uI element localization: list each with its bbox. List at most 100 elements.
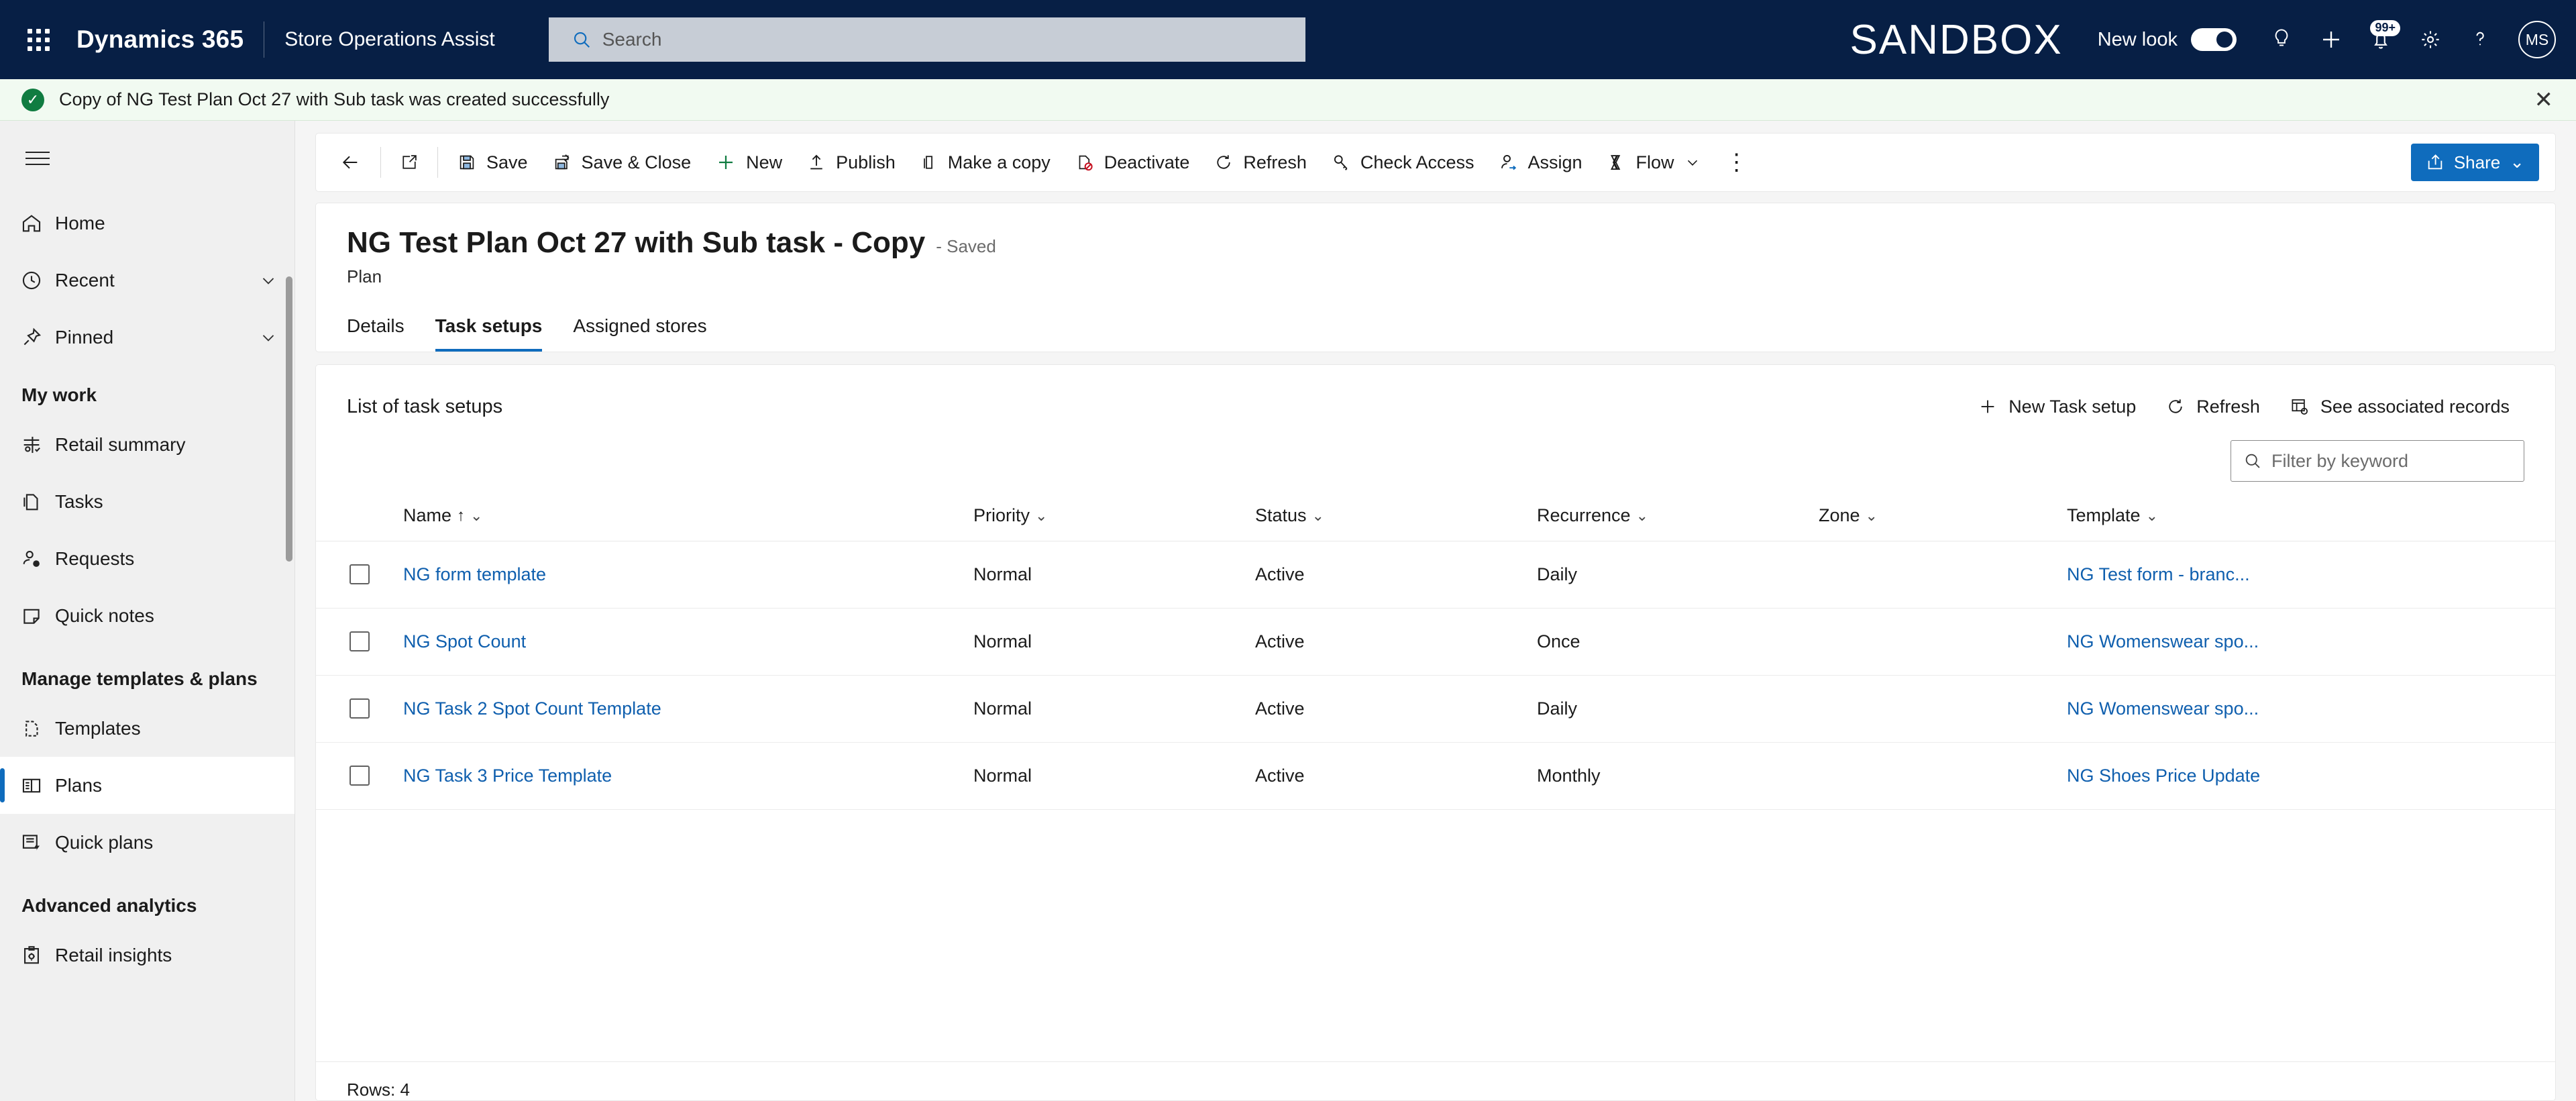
record-link[interactable]: NG Spot Count: [403, 631, 526, 651]
sidebar-item-retail-summary[interactable]: Retail summary: [0, 416, 294, 473]
subgrid-header: List of task setups New Task setup Refre…: [316, 365, 2555, 440]
sidebar-item-quick-plans[interactable]: Quick plans: [0, 814, 294, 871]
publish-button[interactable]: Publish: [794, 142, 908, 183]
cell-template[interactable]: NG Womenswear spo...: [2067, 675, 2555, 743]
hamburger-icon[interactable]: [12, 133, 63, 184]
sidebar-item-tasks[interactable]: Tasks: [0, 473, 294, 530]
cell-name[interactable]: NG Task 2 Spot Count Template: [403, 675, 973, 743]
search-input[interactable]: [602, 29, 1305, 50]
avatar[interactable]: MS: [2518, 21, 2556, 58]
back-button[interactable]: [328, 142, 374, 183]
sidebar-item-home[interactable]: Home: [0, 195, 294, 252]
overflow-menu-button[interactable]: ⋮: [1713, 142, 1760, 183]
sidebar-scrollbar[interactable]: [286, 276, 292, 562]
filter-by-keyword[interactable]: [2231, 440, 2524, 482]
tab-task-setups[interactable]: Task setups: [435, 315, 543, 352]
cell-name[interactable]: NG form template: [403, 541, 973, 609]
chevron-down-icon[interactable]: ⌄: [470, 508, 482, 523]
new-look-toggle[interactable]: [2191, 28, 2237, 51]
close-icon[interactable]: ✕: [2534, 89, 2554, 111]
gear-icon[interactable]: [2406, 15, 2455, 64]
cell-name[interactable]: NG Spot Count: [403, 608, 973, 676]
sidebar-item-requests[interactable]: ? Requests: [0, 530, 294, 587]
sidebar-item-pinned[interactable]: Pinned: [0, 309, 294, 366]
assign-button[interactable]: Assign: [1487, 142, 1595, 183]
new-button[interactable]: New: [703, 142, 794, 183]
chevron-down-icon[interactable]: [258, 327, 278, 348]
table-row[interactable]: NG Task 3 Price Template Normal Active M…: [316, 742, 2555, 810]
bell-icon[interactable]: 99+: [2356, 15, 2406, 64]
record-link[interactable]: NG Task 2 Spot Count Template: [403, 698, 661, 719]
chevron-down-icon[interactable]: ⌄: [1035, 508, 1047, 523]
column-header-name[interactable]: Name ↑ ⌄: [403, 491, 973, 541]
chevron-down-icon[interactable]: [1684, 154, 1701, 171]
chevron-down-icon[interactable]: ⌄: [2146, 508, 2158, 523]
row-select-cell[interactable]: [316, 742, 403, 810]
toggle-knob: [2216, 32, 2233, 48]
make-a-copy-button[interactable]: Make a copy: [908, 142, 1063, 183]
sidebar-item-recent[interactable]: Recent: [0, 252, 294, 309]
flow-button[interactable]: Flow: [1595, 142, 1713, 183]
sidebar-item-label: Templates: [55, 717, 141, 739]
column-header-zone[interactable]: Zone ⌄: [1819, 491, 2067, 541]
cell-template[interactable]: NG Womenswear spo...: [2067, 608, 2555, 676]
app-body: Home Recent Pinned My work Retail summar…: [0, 121, 2576, 1101]
cell-name[interactable]: NG Task 3 Price Template: [403, 742, 973, 810]
main-content: Save Save & Close New Publish Make a cop…: [295, 121, 2576, 1101]
cell-template[interactable]: NG Test form - branc...: [2067, 541, 2555, 609]
sidebar-item-templates[interactable]: Templates: [0, 700, 294, 757]
record-link[interactable]: NG form template: [403, 564, 546, 584]
template-link[interactable]: NG Womenswear spo...: [2067, 698, 2259, 719]
lightbulb-icon[interactable]: [2257, 15, 2306, 64]
brand-title[interactable]: Dynamics 365: [76, 25, 244, 54]
app-launcher-button[interactable]: [15, 16, 62, 63]
see-associated-records-button[interactable]: See associated records: [2275, 388, 2524, 425]
row-checkbox[interactable]: [350, 631, 370, 651]
chevron-down-icon[interactable]: ⌄: [1312, 508, 1324, 523]
template-link[interactable]: NG Womenswear spo...: [2067, 631, 2259, 651]
global-search[interactable]: [548, 17, 1305, 62]
question-icon[interactable]: [2455, 15, 2505, 64]
sidebar-item-plans[interactable]: Plans: [0, 757, 294, 814]
deactivate-button[interactable]: Deactivate: [1063, 142, 1202, 183]
table-row[interactable]: NG form template Normal Active Daily NG …: [316, 541, 2555, 609]
row-select-cell[interactable]: [316, 541, 403, 609]
chevron-down-icon[interactable]: ⌄: [2510, 154, 2524, 170]
column-select-all[interactable]: [316, 491, 403, 541]
row-select-cell[interactable]: [316, 608, 403, 676]
tab-details[interactable]: Details: [347, 315, 405, 352]
sidebar-item-retail-insights[interactable]: Retail insights: [0, 927, 294, 984]
check-access-button[interactable]: Check Access: [1319, 142, 1487, 183]
table-row[interactable]: NG Task 2 Spot Count Template Normal Act…: [316, 675, 2555, 743]
chevron-down-icon[interactable]: ⌄: [1636, 508, 1648, 523]
subgrid-refresh-button[interactable]: Refresh: [2151, 388, 2275, 425]
column-header-template[interactable]: Template ⌄: [2067, 491, 2555, 541]
row-checkbox[interactable]: [350, 766, 370, 786]
share-button[interactable]: Share ⌄: [2410, 144, 2539, 181]
column-header-priority[interactable]: Priority ⌄: [973, 491, 1255, 541]
new-task-setup-button[interactable]: New Task setup: [1963, 388, 2151, 425]
refresh-button[interactable]: Refresh: [1201, 142, 1319, 183]
cell-template[interactable]: NG Shoes Price Update: [2067, 742, 2555, 810]
column-header-recurrence[interactable]: Recurrence ⌄: [1537, 491, 1819, 541]
app-name[interactable]: Store Operations Assist: [284, 28, 494, 51]
notification-message: Copy of NG Test Plan Oct 27 with Sub tas…: [59, 89, 610, 109]
filter-input[interactable]: [2271, 450, 2524, 472]
plus-icon[interactable]: [2306, 15, 2356, 64]
save-and-close-button[interactable]: Save & Close: [540, 142, 704, 183]
record-link[interactable]: NG Task 3 Price Template: [403, 766, 612, 786]
row-select-cell[interactable]: [316, 675, 403, 743]
chevron-down-icon[interactable]: ⌄: [1866, 508, 1878, 523]
column-header-status[interactable]: Status ⌄: [1255, 491, 1537, 541]
chevron-down-icon[interactable]: [258, 270, 278, 291]
tab-assigned-stores[interactable]: Assigned stores: [573, 315, 706, 352]
row-checkbox[interactable]: [350, 698, 370, 719]
sidebar-item-quick-notes[interactable]: Quick notes: [0, 587, 294, 644]
waffle-icon: [27, 28, 50, 51]
template-link[interactable]: NG Test form - branc...: [2067, 564, 2250, 584]
save-button[interactable]: Save: [445, 142, 540, 183]
template-link[interactable]: NG Shoes Price Update: [2067, 766, 2260, 786]
table-row[interactable]: NG Spot Count Normal Active Once NG Wome…: [316, 608, 2555, 676]
open-in-new-window-button[interactable]: [388, 142, 431, 183]
row-checkbox[interactable]: [350, 564, 370, 584]
